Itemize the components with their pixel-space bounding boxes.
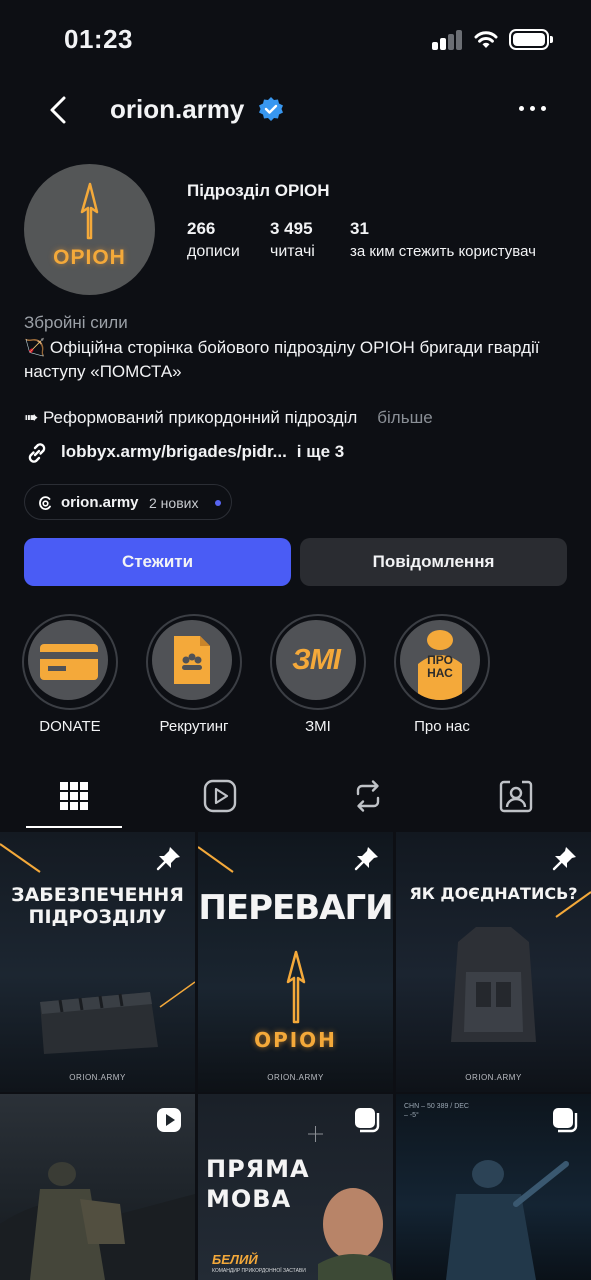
media-badge-text: ЗМІ <box>292 644 341 676</box>
post-tile[interactable] <box>0 1094 195 1280</box>
post-title: ЯК ДОЄДНАТИСЬ? <box>409 884 578 903</box>
post-logo-text: ОРІОН <box>254 1028 337 1052</box>
reels-icon <box>203 779 237 813</box>
highlight-label: Рекрутинг <box>159 718 229 735</box>
posts-count-label: дописи <box>187 243 240 260</box>
tagged-icon <box>499 780 533 813</box>
threads-icon <box>39 496 51 510</box>
post-footer: ORION.ARMY <box>465 1073 522 1082</box>
spear-logo-icon <box>80 182 99 240</box>
repost-icon <box>356 780 380 812</box>
post-tile[interactable]: CHN – 50 389 / DEC – -5° <box>396 1094 591 1280</box>
post-footer: ORION.ARMY <box>267 1073 324 1082</box>
post-footer: ORION.ARMY <box>69 1073 126 1082</box>
following-count-label: за ким стежить користувач <box>350 243 536 260</box>
grid-icon <box>60 782 88 810</box>
post-hud-text: CHN – 50 389 / DEC – -5° <box>404 1103 469 1119</box>
profile-avatar[interactable]: ОРІОН <box>24 164 155 295</box>
pin-icon <box>552 847 576 871</box>
profile-category: Збройні сили <box>24 313 128 332</box>
link-icon <box>28 443 46 463</box>
credit-card-icon <box>40 644 98 680</box>
more-link[interactable]: більше <box>377 408 432 427</box>
highlight-cover <box>28 620 108 700</box>
about-badge-text: ПРО НАС <box>427 653 453 680</box>
followers-count[interactable]: 3 495 читачі <box>270 219 315 261</box>
post-tile[interactable]: ПРЯМА МОВА БЕЛИЙ КОМАНДИР ПРИКОРДОННОЇ З… <box>198 1094 393 1280</box>
verified-badge-icon <box>259 97 283 121</box>
status-bar: 01:23 <box>0 0 591 80</box>
post-title: ЗАБЕЗПЕЧЕННЯ ПІДРОЗДІЛУ <box>11 884 184 928</box>
post-title: ПРЯМА МОВА <box>206 1155 310 1213</box>
posts-count-value: 266 <box>187 219 216 238</box>
threads-badge[interactable]: orion.army 2 нових <box>24 484 232 520</box>
more-options-button[interactable] <box>516 96 550 120</box>
bio-text-secondary: ➠ Реформований прикордонний підрозділ біл… <box>24 408 433 428</box>
carousel-icon <box>553 1108 578 1133</box>
threads-new-count: 2 нових <box>149 495 199 511</box>
follow-button[interactable]: Стежити <box>24 538 291 586</box>
reel-icon <box>157 1108 181 1132</box>
highlight-label: DONATE <box>39 718 101 735</box>
chevron-left-icon <box>50 96 66 124</box>
tab-grid[interactable] <box>54 776 94 816</box>
post-caption: БЕЛИЙ <box>212 1252 258 1267</box>
post-tile[interactable]: ЯК ДОЄДНАТИСЬ? ORION.ARMY <box>396 832 591 1092</box>
following-count[interactable]: 31 за ким стежить користувач <box>350 219 536 260</box>
post-title: ПЕРЕВАГИ <box>198 888 393 928</box>
active-tab-indicator <box>26 826 122 828</box>
profile-username: orion.army <box>110 94 245 124</box>
post-subcaption: КОМАНДИР ПРИКОРДОННОЇ ЗАСТАВИ <box>212 1268 306 1274</box>
bio-line: ➠ Реформований прикордонний підрозділ <box>24 408 358 427</box>
battery-icon <box>509 29 553 50</box>
post-tile[interactable]: ПЕРЕВАГИ ОРІОН ORION.ARMY <box>198 832 393 1092</box>
status-time: 01:23 <box>64 24 133 54</box>
pin-icon <box>156 847 180 871</box>
tab-reposts[interactable] <box>348 776 388 816</box>
wifi-icon <box>474 31 498 48</box>
link-extra: і ще 3 <box>296 442 345 461</box>
carousel-icon <box>355 1108 380 1133</box>
threads-unread-dot <box>215 500 221 506</box>
highlight-label: ЗМІ <box>305 718 331 735</box>
tab-reels[interactable] <box>200 776 240 816</box>
profile-tabs <box>0 762 591 832</box>
cellular-signal-icon <box>432 30 464 50</box>
posts-count[interactable]: 266 дописи <box>187 219 240 261</box>
top-nav: orion.army <box>0 80 591 140</box>
pin-icon <box>354 847 378 871</box>
followers-count-label: читачі <box>270 243 315 260</box>
highlight-cover <box>152 620 232 700</box>
highlight-cover: ПРО НАС <box>400 620 480 700</box>
highlight-cover: ЗМІ <box>276 620 356 700</box>
followers-count-value: 3 495 <box>270 219 313 238</box>
threads-username: orion.army <box>61 494 139 511</box>
tab-tagged[interactable] <box>496 776 536 816</box>
following-count-value: 31 <box>350 219 369 238</box>
message-button[interactable]: Повідомлення <box>300 538 567 586</box>
link-url: lobbyx.army/brigades/pidr... <box>61 442 287 461</box>
avatar-logo-text: ОРІОН <box>53 246 126 269</box>
back-button[interactable] <box>40 88 80 132</box>
bio-text: 🏹 Офіційна сторінка бойового підрозділу … <box>24 338 540 381</box>
post-tile[interactable]: ЗАБЕЗПЕЧЕННЯ ПІДРОЗДІЛУ ORION.ARMY <box>0 832 195 1092</box>
highlight-label: Про нас <box>414 718 470 735</box>
profile-name: Підрозділ ОРІОН <box>187 181 330 200</box>
document-icon <box>174 636 210 684</box>
